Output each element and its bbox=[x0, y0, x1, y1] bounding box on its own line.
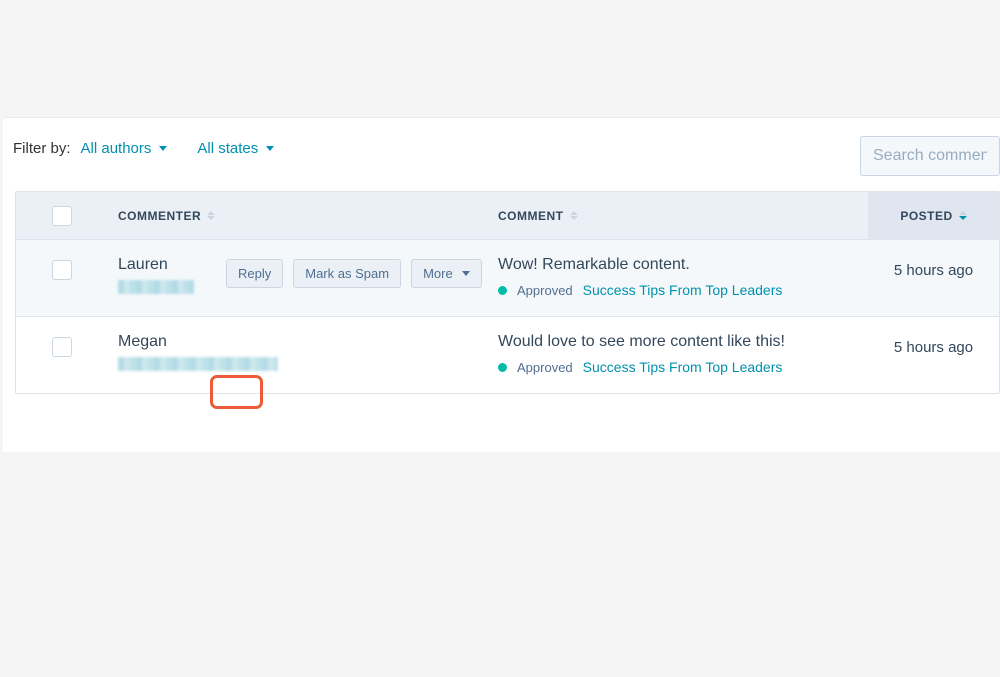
status-dot-icon bbox=[498, 363, 507, 372]
comment-meta: Approved Success Tips From Top Leaders bbox=[498, 282, 868, 298]
commenter-email-obscured bbox=[118, 357, 278, 371]
filter-authors-dropdown[interactable]: All authors bbox=[81, 140, 168, 157]
comment-meta: Approved Success Tips From Top Leaders bbox=[498, 359, 868, 375]
row-checkbox[interactable] bbox=[52, 337, 72, 357]
more-button[interactable]: More bbox=[411, 259, 482, 288]
table-row: Megan Would love to see more content lik… bbox=[16, 316, 999, 393]
posted-cell: 5 hours ago bbox=[868, 256, 999, 279]
column-comment[interactable]: COMMENT bbox=[498, 209, 868, 223]
comments-table: COMMENTER COMMENT POSTED Lauren bbox=[15, 191, 1000, 394]
filter-bar: Filter by: All authors All states bbox=[3, 118, 1000, 179]
column-commenter-label: COMMENTER bbox=[118, 209, 201, 223]
filter-states-label: All states bbox=[197, 140, 258, 157]
sort-icon bbox=[207, 211, 215, 220]
select-all-checkbox[interactable] bbox=[52, 206, 72, 226]
row-actions: Reply Mark as Spam More bbox=[226, 259, 482, 288]
status-text: Approved bbox=[517, 360, 573, 375]
chevron-down-icon bbox=[266, 146, 274, 151]
chevron-down-icon bbox=[462, 271, 470, 276]
commenter-cell: Megan bbox=[108, 333, 498, 371]
reply-button[interactable]: Reply bbox=[226, 259, 283, 288]
filter-authors-label: All authors bbox=[81, 140, 152, 157]
column-posted[interactable]: POSTED bbox=[868, 192, 999, 239]
search-input[interactable] bbox=[860, 136, 1000, 176]
column-comment-label: COMMENT bbox=[498, 209, 564, 223]
chevron-down-icon bbox=[159, 146, 167, 151]
comment-text: Wow! Remarkable content. bbox=[498, 256, 868, 274]
post-link[interactable]: Success Tips From Top Leaders bbox=[583, 359, 783, 375]
comment-cell: Would love to see more content like this… bbox=[498, 333, 868, 375]
table-header: COMMENTER COMMENT POSTED bbox=[16, 192, 999, 239]
status-text: Approved bbox=[517, 283, 573, 298]
row-check-cell bbox=[16, 256, 108, 280]
status-dot-icon bbox=[498, 286, 507, 295]
row-check-cell bbox=[16, 333, 108, 357]
select-all-cell bbox=[16, 206, 108, 226]
filter-by-label: Filter by: bbox=[13, 140, 71, 157]
mark-as-spam-button[interactable]: Mark as Spam bbox=[293, 259, 401, 288]
comment-cell: Wow! Remarkable content. Approved Succes… bbox=[498, 256, 868, 298]
sort-icon bbox=[570, 211, 578, 220]
commenter-name: Lauren bbox=[118, 256, 208, 274]
commenter-cell: Lauren Reply Mark as Spam More bbox=[108, 256, 498, 294]
filter-states-dropdown[interactable]: All states bbox=[197, 140, 274, 157]
comments-panel: Filter by: All authors All states COMMEN… bbox=[3, 117, 1000, 452]
posted-cell: 5 hours ago bbox=[868, 333, 999, 356]
comment-text: Would love to see more content like this… bbox=[498, 333, 868, 351]
commenter-name: Megan bbox=[118, 333, 498, 351]
row-checkbox[interactable] bbox=[52, 260, 72, 280]
search-container bbox=[860, 136, 1000, 176]
sort-icon bbox=[959, 211, 967, 220]
table-row: Lauren Reply Mark as Spam More Wow! Rema… bbox=[16, 239, 999, 316]
commenter-email-obscured bbox=[118, 280, 194, 294]
column-posted-label: POSTED bbox=[900, 209, 952, 223]
post-link[interactable]: Success Tips From Top Leaders bbox=[583, 282, 783, 298]
column-commenter[interactable]: COMMENTER bbox=[108, 209, 498, 223]
